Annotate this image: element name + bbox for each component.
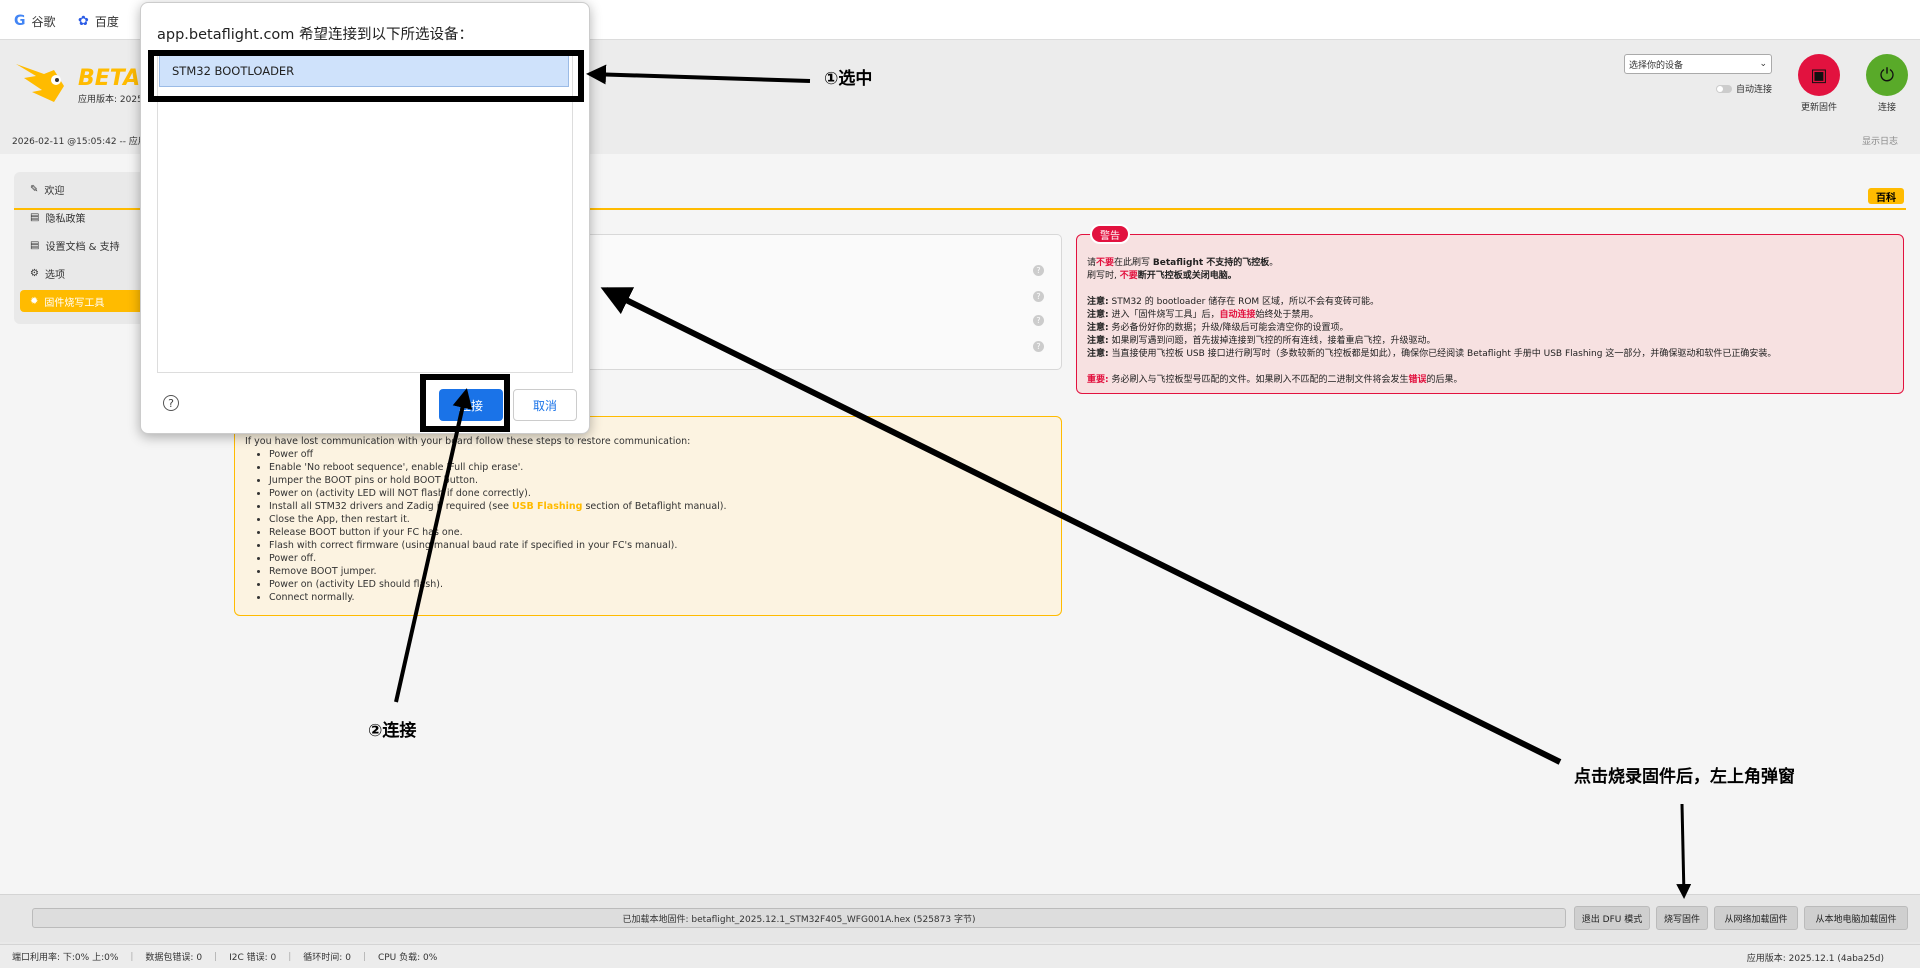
sidebar-item-firmware-flasher[interactable]: ✹ 固件烧写工具 [20,290,148,312]
recovery-steps: Power off Enable 'No reboot sequence', e… [269,448,1051,604]
warning-line: 请不要在此刷写 Betaflight 不支持的飞控板。 [1087,258,1279,268]
betaflight-logo-icon [16,64,64,102]
google-icon: G [14,13,26,29]
recovery-intro: If you have lost communication with your… [245,436,691,447]
flash-icon: ✹ [30,295,39,307]
usb-flashing-link[interactable]: USB Flashing [512,501,583,512]
update-firmware-button[interactable]: ▣ 更新固件 [1798,54,1840,113]
device-select[interactable]: 选择你的设备 ⌄ [1624,54,1772,74]
warning-line: 刷写时, 不要断开飞控板或关闭电脑。 [1087,271,1237,281]
bookmark-baidu[interactable]: ✿ 百度 [78,12,119,30]
sidebar-item-label: 隐私政策 [45,213,86,225]
list-item: Install all STM32 drivers and Zadig if r… [269,500,1051,513]
flash-progress-bar: 已加载本地固件: betaflight_2025.12.1_STM32F405_… [32,908,1566,928]
help-icon[interactable]: ? [163,395,179,411]
list-item: Power on (activity LED should flash). [269,578,1051,591]
chevron-down-icon: ⌄ [1759,59,1767,69]
warning-note: 注意: 如果刷写遇到问题，首先拔掉连接到飞控的所有连线，接着重启飞控，升级驱动。 [1087,336,1436,346]
load-online-firmware-button[interactable]: 从网络加载固件 [1714,906,1798,930]
connect-button[interactable]: ⏻ 连接 [1866,54,1908,113]
baidu-paw-icon: ✿ [78,13,89,29]
list-item: Enable 'No reboot sequence', enable 'Ful… [269,461,1051,474]
document-icon: ▤ [30,211,40,223]
list-item: Power off [269,448,1051,461]
status-cycle-time: 循环时间: 0 [303,953,351,963]
annotation-popup: 点击烧录固件后，左上角弹窗 [1574,767,1795,787]
highlight-box-connect [420,374,510,432]
warning-note: 注意: STM32 的 bootloader 储存在 ROM 区域，所以不会有变… [1087,297,1380,307]
gear-icon: ⚙ [30,267,39,279]
datetime-log: 2026-02-11 @15:05:42 -- 应用 [12,137,147,147]
auto-connect-toggle[interactable]: 自动连接 [1716,82,1772,95]
bookmark-label: 百度 [94,14,119,29]
status-cpu-load: CPU 负载: 0% [377,953,438,963]
wiki-button[interactable]: 百科 [1868,188,1904,204]
status-i2c-errors: I2C 错误: 0 [229,953,277,963]
chooser-cancel-button[interactable]: 取消 [513,389,577,421]
warning-panel: 请不要在此刷写 Betaflight 不支持的飞控板。 刷写时, 不要断开飞控板… [1076,234,1904,394]
sidebar-item-welcome[interactable]: ✎ 欢迎 [20,178,148,200]
toggle-switch-icon[interactable] [1716,84,1732,93]
app-version: 应用版本: 2025 [78,95,143,105]
recovery-instructions: If you have lost communication with your… [234,416,1062,616]
list-item: Jumper the BOOT pins or hold BOOT button… [269,474,1051,487]
list-item: Release BOOT button if your FC has one. [269,526,1051,539]
chooser-title: app.betaflight.com 希望连接到以下所选设备： [157,27,474,43]
bookmark-google[interactable]: G 谷歌 [14,12,56,30]
status-port-usage: 端口利用率: 下:0% 上:0% [12,953,119,963]
sidebar-item-label: 固件烧写工具 [44,297,105,309]
show-log-link[interactable]: 显示日志 [1862,134,1898,147]
highlight-box-device [148,50,584,102]
load-local-firmware-button[interactable]: 从本地电脑加载固件 [1804,906,1908,930]
sidebar-item-options[interactable]: ⚙ 选项 [20,262,148,284]
usb-plug-icon: ⏻ [1866,54,1908,96]
warning-badge: 警告 [1090,224,1130,244]
status-packet-errors: 数据包错误: 0 [145,953,203,963]
annotation-connect: ②连接 [368,721,417,741]
list-item: Flash with correct firmware (using manua… [269,539,1051,552]
document-icon: ▤ [30,239,40,251]
annotation-select: ①选中 [824,69,873,89]
flash-firmware-button[interactable]: 烧写固件 [1656,906,1708,930]
sidebar-item-label: 设置文档 & 支持 [45,241,120,253]
status-bar: 端口利用率: 下:0% 上:0% | 数据包错误: 0 | I2C 错误: 0 … [0,944,1920,968]
help-icon[interactable]: ? [1033,265,1044,276]
list-item: Close the App, then restart it. [269,513,1051,526]
help-icon[interactable]: ? [1033,341,1044,352]
list-item: Connect normally. [269,591,1051,604]
auto-connect-label: 自动连接 [1736,85,1773,95]
list-item: Power off. [269,552,1051,565]
connect-label: 连接 [1877,103,1896,113]
list-item: Power on (activity LED will NOT flash if… [269,487,1051,500]
help-icon[interactable]: ? [1033,315,1044,326]
sidebar-item-label: 选项 [44,269,65,281]
warning-important: 重要: 务必刷入与飞控板型号匹配的文件。如果刷入不匹配的二进制文件将会发生错误的… [1087,375,1463,385]
device-select-value: 选择你的设备 [1629,60,1684,71]
update-firmware-label: 更新固件 [1800,103,1837,113]
help-icon[interactable]: ? [1033,291,1044,302]
sidebar-item-label: 欢迎 [44,185,65,197]
chip-icon: ▣ [1798,54,1840,96]
status-app-version: 应用版本: 2025.12.1 (4aba25d) [1746,954,1884,964]
sidebar-item-docs[interactable]: ▤ 设置文档 & 支持 [20,234,148,256]
logo-text: BETA [78,66,141,91]
list-item: Remove BOOT jumper. [269,565,1051,578]
warning-note: 注意: 务必备份好你的数据；升级/降级后可能会清空你的设置项。 [1087,323,1349,333]
wrench-icon: ✎ [30,183,39,195]
exit-dfu-button[interactable]: 退出 DFU 模式 [1574,906,1650,930]
warning-note: 注意: 当直接使用飞控板 USB 接口进行刷写时（多数较新的飞控板都是如此），确… [1087,349,1777,359]
sidebar: ✎ 欢迎 ▤ 隐私政策 ▤ 设置文档 & 支持 ⚙ 选项 ✹ 固件烧写工具 [14,172,154,324]
bookmark-label: 谷歌 [31,14,56,29]
warning-note: 注意: 进入「固件烧写工具」后，自动连接始终处于禁用。 [1087,310,1319,320]
